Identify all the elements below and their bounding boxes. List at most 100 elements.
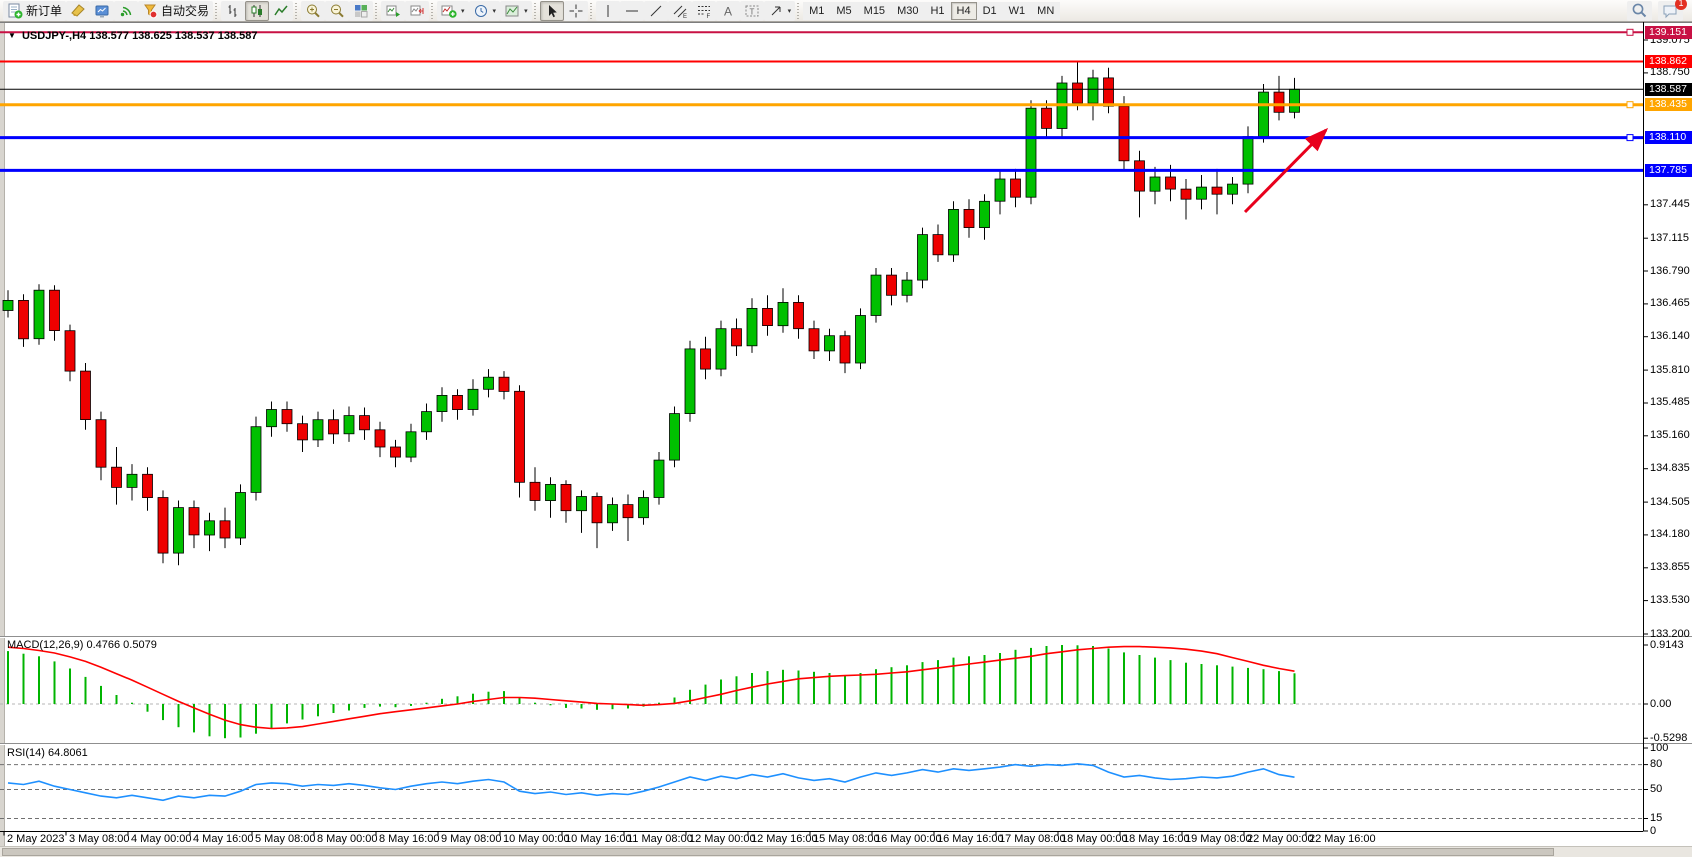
- text-tool[interactable]: A: [716, 1, 740, 21]
- rsi-tick-label: 50: [1650, 783, 1662, 796]
- candle: [592, 497, 602, 523]
- candle: [530, 482, 540, 500]
- date-label: 5 May 08:00: [255, 833, 316, 845]
- price-tick-label: 136.465: [1650, 297, 1690, 310]
- auto-scroll-icon: [385, 3, 401, 19]
- templates-button[interactable]: ▾: [500, 1, 532, 21]
- tile-windows-button[interactable]: [349, 1, 373, 21]
- timeframe-M30[interactable]: M30: [891, 2, 924, 20]
- horizontal-line-tool[interactable]: [620, 1, 644, 21]
- timeframe-M1[interactable]: M1: [803, 2, 830, 20]
- candle: [360, 416, 370, 430]
- timeframe-MN[interactable]: MN: [1031, 2, 1060, 20]
- candle: [1042, 108, 1052, 128]
- candle: [329, 420, 339, 434]
- timeframe-M5[interactable]: M5: [830, 2, 857, 20]
- fibonacci-tool[interactable]: F: [692, 1, 716, 21]
- macd-signal-line: [8, 647, 1295, 729]
- candle: [96, 420, 106, 468]
- date-label: 4 May 16:00: [193, 833, 254, 845]
- date-label: 18 May 00:00: [1061, 833, 1128, 845]
- zoom-out-button[interactable]: [325, 1, 349, 21]
- price-tick-label: 136.790: [1650, 265, 1690, 278]
- timeframe-H1[interactable]: H1: [924, 2, 950, 20]
- zoom-in-button[interactable]: [301, 1, 325, 21]
- line-chart-button[interactable]: [269, 1, 293, 21]
- arrows-tool[interactable]: ▾: [764, 1, 796, 21]
- line-handle[interactable]: [1627, 102, 1633, 108]
- date-label: 18 May 16:00: [1123, 833, 1190, 845]
- new-order-button[interactable]: 新订单: [3, 1, 66, 21]
- candle: [1243, 137, 1253, 185]
- toolbar-grip: [431, 3, 433, 19]
- price-tick-label: 137.445: [1650, 198, 1690, 211]
- price-tick-label: 135.485: [1650, 396, 1690, 409]
- line-handle[interactable]: [1627, 135, 1633, 141]
- crosshair-button[interactable]: [564, 1, 588, 21]
- cursor-icon: [544, 3, 560, 19]
- macd-tick-label: 0.00: [1650, 698, 1671, 711]
- candle: [670, 414, 680, 461]
- date-label: 22 May 16:00: [1309, 833, 1376, 845]
- clock-icon: [473, 3, 489, 19]
- bid-price-badge: 138.587: [1645, 83, 1692, 96]
- rsi-line: [8, 764, 1295, 801]
- candle: [313, 420, 323, 440]
- candle: [65, 331, 75, 371]
- candle: [127, 474, 137, 487]
- candle: [949, 209, 959, 255]
- date-label: 12 May 16:00: [751, 833, 818, 845]
- bar-chart-button[interactable]: [221, 1, 245, 21]
- candle: [1104, 78, 1114, 106]
- mt4-window: 新订单 自动交易 ▾ ▾ ▾ E F A T ▾: [0, 0, 1692, 857]
- horizontal-scrollbar[interactable]: [0, 846, 1692, 857]
- cursor-button[interactable]: [540, 1, 564, 21]
- candle: [577, 497, 587, 511]
- candle: [1119, 106, 1129, 161]
- indicators-button[interactable]: ▾: [437, 1, 469, 21]
- toolbar-grip: [375, 3, 377, 19]
- candle: [205, 521, 215, 535]
- candle: [1166, 177, 1176, 189]
- vertical-line-tool[interactable]: [596, 1, 620, 21]
- svg-text:A: A: [724, 4, 732, 18]
- line-chart-icon: [273, 3, 289, 19]
- rsi-tick-label: 80: [1650, 758, 1662, 771]
- auto-trading-button[interactable]: 自动交易: [138, 1, 213, 21]
- trendline-tool[interactable]: [644, 1, 668, 21]
- candle: [344, 416, 354, 434]
- auto-scroll-button[interactable]: [381, 1, 405, 21]
- search-button[interactable]: [1627, 1, 1652, 21]
- candle: [1150, 177, 1160, 191]
- candle: [236, 493, 246, 539]
- candle: [856, 316, 866, 364]
- candlestick-chart-button[interactable]: [245, 1, 269, 21]
- market-watch-button[interactable]: [90, 1, 114, 21]
- new-order-label: 新订单: [26, 2, 62, 19]
- candle: [267, 410, 277, 427]
- time-axis[interactable]: 2 May 20233 May 08:004 May 00:004 May 16…: [0, 833, 1650, 847]
- periods-button[interactable]: ▾: [469, 1, 501, 21]
- ohlc-values: 138.577 138.625 138.537 138.587: [89, 30, 257, 42]
- indicators-icon: [441, 3, 457, 19]
- candle: [468, 389, 478, 409]
- zoom-in-icon: [305, 3, 321, 19]
- price-tick-label: 133.855: [1650, 561, 1690, 574]
- bar-chart-icon: [225, 3, 241, 19]
- candle: [220, 521, 230, 538]
- timeframe-M15[interactable]: M15: [858, 2, 891, 20]
- channel-tool[interactable]: E: [668, 1, 692, 21]
- toolbar-grip: [215, 3, 217, 19]
- timeframe-H4[interactable]: H4: [951, 2, 977, 20]
- chart-shift-button[interactable]: [405, 1, 429, 21]
- timeframe-D1[interactable]: D1: [977, 2, 1003, 20]
- line-handle[interactable]: [1627, 29, 1633, 35]
- chart-canvas[interactable]: [0, 22, 1692, 846]
- styles-button[interactable]: [66, 1, 90, 21]
- text-label-tool[interactable]: T: [740, 1, 764, 21]
- signals-button[interactable]: [114, 1, 138, 21]
- timeframe-W1[interactable]: W1: [1003, 2, 1032, 20]
- scrollbar-thumb[interactable]: [2, 848, 1554, 856]
- chat-button[interactable]: 1: [1658, 1, 1683, 21]
- price-tick-label: 133.530: [1650, 594, 1690, 607]
